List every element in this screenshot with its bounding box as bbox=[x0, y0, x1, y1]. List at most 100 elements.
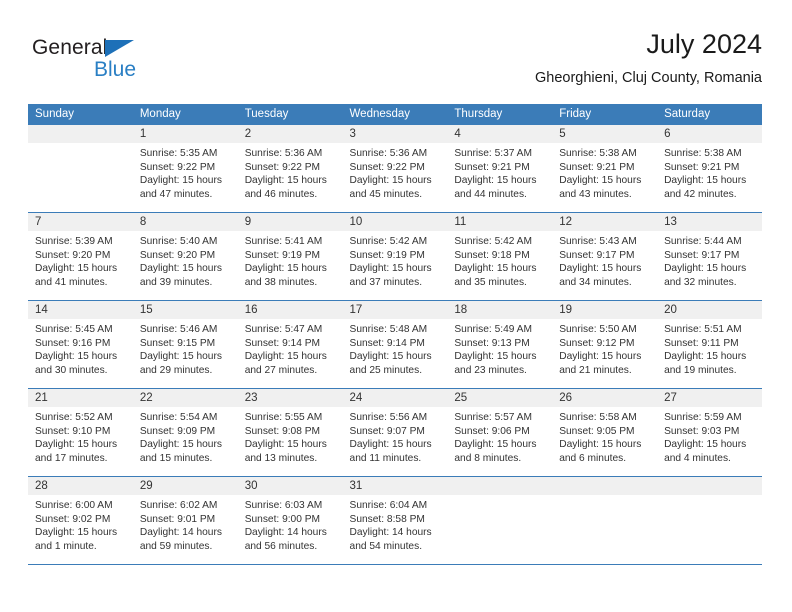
sunrise-text: Sunrise: 5:57 AM bbox=[454, 412, 532, 423]
sunrise-text: Sunrise: 5:40 AM bbox=[139, 236, 218, 247]
day-cell[interactable]: 7 Sunrise: 5:39 AM Sunset: 9:20 PM Dayli… bbox=[28, 213, 133, 300]
day-cell[interactable]: 3 Sunrise: 5:36 AM Sunset: 9:22 PM Dayli… bbox=[342, 125, 448, 212]
daylight-text-line2: and 17 minutes. bbox=[35, 452, 108, 464]
day-number: 1 bbox=[132, 125, 238, 143]
day-detail: Sunrise: 5:38 AM Sunset: 9:21 PM Dayligh… bbox=[552, 143, 657, 201]
day-cell[interactable]: 5 Sunrise: 5:38 AM Sunset: 9:21 PM Dayli… bbox=[552, 125, 658, 212]
sunrise-text: Sunrise: 5:42 AM bbox=[349, 236, 428, 247]
daylight-text-line1: Daylight: 15 hours bbox=[454, 175, 537, 187]
day-cell[interactable]: 22 Sunrise: 5:54 AM Sunset: 9:09 PM Dayl… bbox=[132, 389, 238, 476]
sunset-text: Sunset: 9:06 PM bbox=[454, 425, 530, 437]
day-cell[interactable]: 2 Sunrise: 5:36 AM Sunset: 9:22 PM Dayli… bbox=[237, 125, 343, 212]
day-cell[interactable]: 20 Sunrise: 5:51 AM Sunset: 9:11 PM Dayl… bbox=[657, 301, 762, 388]
daylight-text-line2: and 44 minutes. bbox=[454, 188, 527, 200]
day-cell[interactable]: 11 Sunrise: 5:42 AM Sunset: 9:18 PM Dayl… bbox=[447, 213, 553, 300]
sunset-text: Sunset: 9:10 PM bbox=[35, 425, 111, 437]
day-number: 14 bbox=[28, 301, 133, 319]
day-detail: Sunrise: 5:50 AM Sunset: 9:12 PM Dayligh… bbox=[552, 319, 657, 377]
daylight-text-line2: and 30 minutes. bbox=[35, 364, 108, 376]
daylight-text-line1: Daylight: 14 hours bbox=[244, 527, 327, 539]
sunset-text: Sunset: 9:21 PM bbox=[454, 161, 530, 173]
day-number: 29 bbox=[132, 477, 238, 495]
sunrise-text: Sunrise: 6:04 AM bbox=[349, 500, 428, 511]
day-cell[interactable]: 27 Sunrise: 5:59 AM Sunset: 9:03 PM Dayl… bbox=[657, 389, 762, 476]
weekday-header-row: Sunday Monday Tuesday Wednesday Thursday… bbox=[28, 104, 762, 125]
day-cell[interactable]: 19 Sunrise: 5:50 AM Sunset: 9:12 PM Dayl… bbox=[552, 301, 658, 388]
week-row: 1 Sunrise: 5:35 AM Sunset: 9:22 PM Dayli… bbox=[28, 125, 762, 213]
daylight-text-line1: Daylight: 15 hours bbox=[664, 439, 747, 451]
day-cell[interactable]: 8 Sunrise: 5:40 AM Sunset: 9:20 PM Dayli… bbox=[132, 213, 238, 300]
day-cell[interactable]: 30 Sunrise: 6:03 AM Sunset: 9:00 PM Dayl… bbox=[237, 477, 343, 564]
day-cell[interactable]: 4 Sunrise: 5:37 AM Sunset: 9:21 PM Dayli… bbox=[447, 125, 553, 212]
day-cell[interactable]: 17 Sunrise: 5:48 AM Sunset: 9:14 PM Dayl… bbox=[342, 301, 448, 388]
daylight-text-line1: Daylight: 15 hours bbox=[35, 263, 118, 275]
day-cell[interactable]: 9 Sunrise: 5:41 AM Sunset: 9:19 PM Dayli… bbox=[237, 213, 343, 300]
day-cell[interactable]: 21 Sunrise: 5:52 AM Sunset: 9:10 PM Dayl… bbox=[28, 389, 133, 476]
day-cell bbox=[657, 477, 762, 564]
day-detail: Sunrise: 5:38 AM Sunset: 9:21 PM Dayligh… bbox=[657, 143, 762, 201]
day-cell[interactable]: 12 Sunrise: 5:43 AM Sunset: 9:17 PM Dayl… bbox=[552, 213, 658, 300]
sunset-text: Sunset: 9:21 PM bbox=[559, 161, 635, 173]
daylight-text-line1: Daylight: 15 hours bbox=[454, 351, 537, 363]
day-number: 25 bbox=[447, 389, 553, 407]
day-number: 13 bbox=[657, 213, 762, 231]
sunrise-text: Sunrise: 5:36 AM bbox=[244, 148, 323, 159]
day-number: 12 bbox=[552, 213, 658, 231]
sunset-text: Sunset: 9:09 PM bbox=[139, 425, 216, 437]
daylight-text-line2: and 29 minutes. bbox=[139, 364, 213, 376]
day-cell[interactable]: 1 Sunrise: 5:35 AM Sunset: 9:22 PM Dayli… bbox=[132, 125, 238, 212]
sunrise-text: Sunrise: 5:37 AM bbox=[454, 148, 532, 159]
daylight-text-line2: and 34 minutes. bbox=[559, 276, 632, 288]
day-number bbox=[28, 125, 133, 143]
sunrise-text: Sunrise: 5:51 AM bbox=[664, 324, 742, 335]
day-detail: Sunrise: 5:45 AM Sunset: 9:16 PM Dayligh… bbox=[28, 319, 133, 377]
day-cell[interactable]: 16 Sunrise: 5:47 AM Sunset: 9:14 PM Dayl… bbox=[237, 301, 343, 388]
sunset-text: Sunset: 9:01 PM bbox=[139, 513, 216, 525]
day-cell[interactable]: 18 Sunrise: 5:49 AM Sunset: 9:13 PM Dayl… bbox=[447, 301, 553, 388]
sunrise-text: Sunrise: 5:38 AM bbox=[559, 148, 637, 159]
day-number: 23 bbox=[237, 389, 343, 407]
day-cell[interactable]: 26 Sunrise: 5:58 AM Sunset: 9:05 PM Dayl… bbox=[552, 389, 658, 476]
daylight-text-line1: Daylight: 15 hours bbox=[664, 351, 747, 363]
day-number: 3 bbox=[342, 125, 448, 143]
day-detail: Sunrise: 5:46 AM Sunset: 9:15 PM Dayligh… bbox=[133, 319, 238, 377]
sunset-text: Sunset: 9:22 PM bbox=[349, 161, 425, 173]
daylight-text-line1: Daylight: 15 hours bbox=[559, 263, 642, 275]
day-cell[interactable]: 14 Sunrise: 5:45 AM Sunset: 9:16 PM Dayl… bbox=[28, 301, 133, 388]
sunset-text: Sunset: 9:14 PM bbox=[244, 337, 321, 349]
day-number bbox=[447, 477, 553, 495]
day-cell[interactable]: 15 Sunrise: 5:46 AM Sunset: 9:15 PM Dayl… bbox=[132, 301, 238, 388]
daylight-text-line1: Daylight: 15 hours bbox=[139, 439, 222, 451]
day-cell[interactable]: 13 Sunrise: 5:44 AM Sunset: 9:17 PM Dayl… bbox=[657, 213, 762, 300]
day-cell[interactable]: 6 Sunrise: 5:38 AM Sunset: 9:21 PM Dayli… bbox=[657, 125, 762, 212]
day-cell[interactable]: 23 Sunrise: 5:55 AM Sunset: 9:08 PM Dayl… bbox=[237, 389, 343, 476]
day-detail: Sunrise: 5:47 AM Sunset: 9:14 PM Dayligh… bbox=[238, 319, 343, 377]
day-cell[interactable]: 24 Sunrise: 5:56 AM Sunset: 9:07 PM Dayl… bbox=[342, 389, 448, 476]
daylight-text-line2: and 21 minutes. bbox=[559, 364, 632, 376]
sunset-text: Sunset: 9:11 PM bbox=[664, 337, 739, 349]
weekday-header-sunday: Sunday bbox=[35, 108, 75, 120]
daylight-text-line1: Daylight: 14 hours bbox=[349, 527, 432, 539]
day-cell[interactable]: 10 Sunrise: 5:42 AM Sunset: 9:19 PM Dayl… bbox=[342, 213, 448, 300]
general-blue-logo[interactable]: General Blue bbox=[32, 36, 242, 86]
day-number: 26 bbox=[552, 389, 658, 407]
daylight-text-line2: and 37 minutes. bbox=[349, 276, 423, 288]
week-row: 21 Sunrise: 5:52 AM Sunset: 9:10 PM Dayl… bbox=[28, 389, 762, 477]
daylight-text-line2: and 32 minutes. bbox=[664, 276, 737, 288]
daylight-text-line2: and 4 minutes. bbox=[664, 452, 731, 464]
page-subtitle: Gheorghieni, Cluj County, Romania bbox=[534, 70, 762, 86]
day-detail: Sunrise: 6:04 AM Sunset: 8:58 PM Dayligh… bbox=[343, 495, 448, 553]
day-detail: Sunrise: 5:52 AM Sunset: 9:10 PM Dayligh… bbox=[28, 407, 133, 465]
day-cell[interactable]: 29 Sunrise: 6:02 AM Sunset: 9:01 PM Dayl… bbox=[132, 477, 238, 564]
day-detail: Sunrise: 5:39 AM Sunset: 9:20 PM Dayligh… bbox=[28, 231, 133, 289]
daylight-text-line1: Daylight: 14 hours bbox=[139, 527, 222, 539]
day-cell[interactable]: 25 Sunrise: 5:57 AM Sunset: 9:06 PM Dayl… bbox=[447, 389, 553, 476]
day-number: 2 bbox=[237, 125, 343, 143]
day-cell[interactable]: 31 Sunrise: 6:04 AM Sunset: 8:58 PM Dayl… bbox=[342, 477, 448, 564]
daylight-text-line2: and 13 minutes. bbox=[244, 452, 318, 464]
day-cell[interactable]: 28 Sunrise: 6:00 AM Sunset: 9:02 PM Dayl… bbox=[28, 477, 133, 564]
daylight-text-line2: and 11 minutes. bbox=[349, 452, 422, 464]
day-number: 24 bbox=[342, 389, 448, 407]
sunset-text: Sunset: 9:19 PM bbox=[244, 249, 321, 261]
day-cell bbox=[447, 477, 553, 564]
